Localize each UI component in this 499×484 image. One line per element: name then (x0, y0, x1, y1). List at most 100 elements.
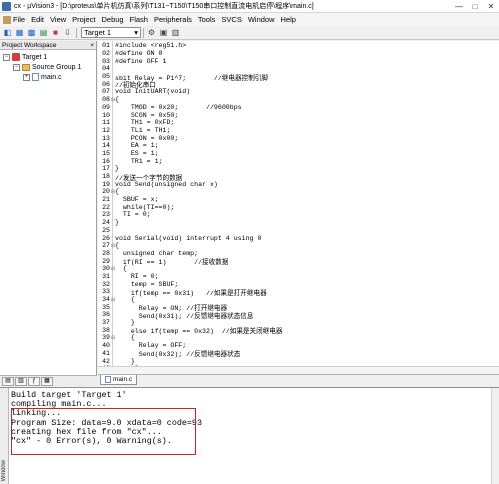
expand-icon[interactable]: + (23, 73, 30, 81)
menu-view[interactable]: View (47, 15, 69, 24)
code-line: 21 SBUF = x; (98, 196, 499, 204)
line-number: 24 (102, 219, 110, 227)
code-line: 11 TH1 = 0xFD; (98, 119, 499, 127)
line-number: 30 (102, 265, 110, 273)
menu-tools[interactable]: Tools (195, 15, 219, 24)
line-number: 13 (102, 134, 110, 142)
code-text: RI = 0; (115, 272, 159, 280)
stop-build-icon[interactable]: ■ (50, 27, 61, 38)
code-line: 38 else if(temp == 0x32) //如果是关闭继电器 (98, 326, 499, 336)
line-number: 02 (102, 50, 110, 58)
code-text: { (115, 334, 135, 342)
functions-tab-icon[interactable]: ƒ (28, 376, 40, 386)
menu-project[interactable]: Project (69, 15, 98, 24)
collapse-icon[interactable]: − (3, 53, 10, 61)
code-text: { (115, 96, 119, 104)
menu-flash[interactable]: Flash (127, 15, 151, 24)
workspace-tabs: ▤ ▥ ƒ ▦ (0, 375, 97, 386)
manage-components-icon[interactable]: ▥ (170, 27, 181, 38)
close-icon[interactable]: × (90, 42, 94, 49)
line-number: 38 (102, 326, 110, 334)
build-toolbar: ◧ ▦ ▩ ▤ ■ ⇩ Target 1 ▾ ⚙ ▣ ▥ (0, 26, 499, 40)
line-number: 05 (102, 73, 110, 81)
templates-tab-icon[interactable]: ▦ (41, 376, 53, 386)
minimize-button[interactable]: — (451, 0, 467, 13)
menu-svcs[interactable]: SVCS (218, 15, 244, 24)
translate-icon[interactable]: ◧ (2, 27, 13, 38)
code-line: 29 if(RI == 1) //接收数据 (98, 257, 499, 267)
code-line: 05 sbit Relay = P1^7; //继电器控制引脚 (98, 73, 499, 82)
tree-node-main-c[interactable]: + main.c (0, 72, 96, 82)
line-number: 01 (102, 42, 110, 50)
build-output-window: Window Build target 'Target 1' compiling… (0, 387, 499, 484)
batch-build-icon[interactable]: ▤ (38, 27, 49, 38)
workspace-title: Project Workspace (2, 41, 57, 49)
tree-node-source-group[interactable]: − Source Group 1 (0, 62, 96, 72)
editor-tabs: main.c (98, 374, 499, 386)
target-select[interactable]: Target 1 ▾ (81, 27, 141, 38)
horizontal-scrollbar[interactable] (98, 366, 499, 374)
code-text: EA = 1; (115, 142, 159, 150)
line-number: 42 (102, 357, 110, 365)
line-number: 34 (102, 296, 110, 304)
code-text: ES = 1; (115, 149, 159, 157)
code-line: 33 if(temp == 0x31) //如果是打开继电器 (98, 288, 499, 297)
code-line: 20 ⊟{ (98, 188, 499, 196)
line-number: 31 (102, 272, 110, 280)
code-text: while(TI==0); (115, 203, 175, 211)
close-button[interactable]: ✕ (483, 0, 499, 13)
code-text: TI = 0; (115, 211, 151, 219)
code-line: 13 PCON = 0x00; (98, 134, 499, 142)
code-line: 19 void Send(unsigned char x) (98, 180, 499, 188)
code-text: Send(0x31); //反馈继电器状态信息 (115, 312, 254, 320)
output-vertical-scrollbar[interactable] (491, 388, 499, 484)
target-icon (12, 53, 20, 61)
rebuild-icon[interactable]: ▩ (26, 27, 37, 38)
code-text: #define ON 0 (115, 50, 163, 58)
code-line: 22 while(TI==0); (98, 203, 499, 211)
collapse-icon[interactable]: − (13, 63, 20, 71)
file-menu-icon (3, 16, 11, 24)
editor-tab-main-c[interactable]: main.c (100, 375, 138, 385)
code-text: if(RI == 1) //接收数据 (115, 259, 229, 267)
code-text: if(temp == 0x31) //如果是打开继电器 (115, 289, 267, 297)
highlight-box (11, 408, 196, 455)
code-line: 12 TL1 = TH1; (98, 127, 499, 135)
line-number: 14 (102, 142, 110, 150)
code-line: 25 (98, 227, 499, 235)
code-line: 27 ⊟{ (98, 242, 499, 250)
project-workspace: Project Workspace × − Target 1 − Source … (0, 41, 97, 386)
title-bar: cx - µVision3 - [D:\proteus\单片机仿真\系列\T13… (0, 0, 499, 13)
build-icon[interactable]: ▦ (14, 27, 25, 38)
line-number: 26 (102, 234, 110, 242)
download-icon[interactable]: ⇩ (62, 27, 73, 38)
line-number: 17 (102, 165, 110, 173)
line-number: 16 (102, 157, 110, 165)
code-text: { (115, 265, 127, 273)
menu-help[interactable]: Help (278, 15, 299, 24)
tree-node-target[interactable]: − Target 1 (0, 52, 96, 62)
books-tab-icon[interactable]: ▥ (15, 376, 27, 386)
menu-debug[interactable]: Debug (99, 15, 127, 24)
line-number: 27 (102, 242, 110, 250)
code-line: 31 RI = 0; (98, 273, 499, 281)
code-text: void InitUART(void) (115, 88, 191, 96)
menu-peripherals[interactable]: Peripherals (151, 15, 195, 24)
line-number: 41 (102, 349, 110, 357)
menu-window[interactable]: Window (245, 15, 278, 24)
output-side-bar: Window (0, 388, 9, 484)
files-tab-icon[interactable]: ▤ (2, 376, 14, 386)
code-line: 14 EA = 1; (98, 142, 499, 150)
file-extensions-icon[interactable]: ▣ (158, 27, 169, 38)
menu-edit[interactable]: Edit (28, 15, 47, 24)
tree-node-label: main.c (41, 73, 62, 81)
line-number: 32 (102, 280, 110, 288)
code-editor[interactable]: 01 #include <reg51.h> 02 #define ON 0 03 #def… (98, 41, 499, 374)
menu-bar: File Edit View Project Debug Flash Perip… (0, 13, 499, 26)
target-options-icon[interactable]: ⚙ (146, 27, 157, 38)
menu-file-label: File (13, 14, 26, 24)
menu-file[interactable]: File (0, 15, 28, 24)
maximize-button[interactable]: □ (467, 0, 483, 13)
code-text: #include <reg51.h> (115, 42, 187, 50)
project-tree: − Target 1 − Source Group 1 + main.c (0, 50, 96, 82)
